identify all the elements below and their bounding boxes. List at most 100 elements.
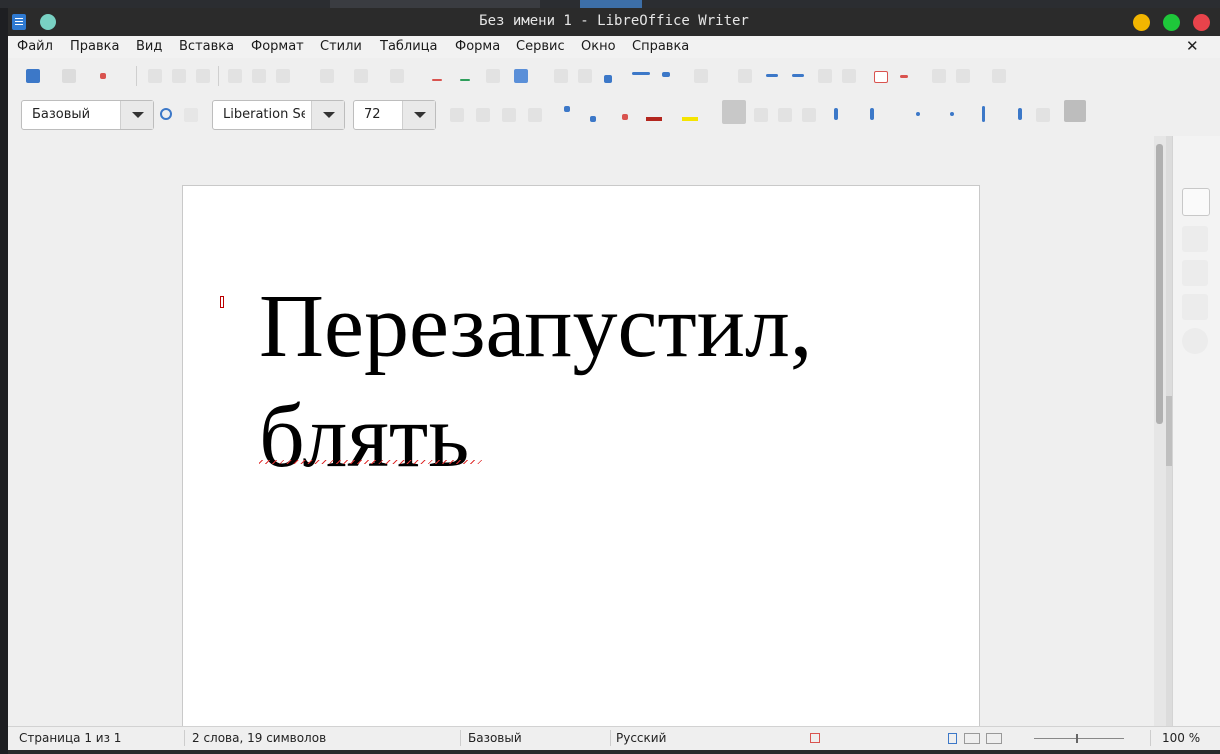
- menu-help[interactable]: Справка: [632, 39, 689, 54]
- paragraph-dialog-icon[interactable]: [1064, 100, 1086, 122]
- increase-indent-icon[interactable]: [916, 112, 920, 116]
- insert-endnote-icon[interactable]: [792, 74, 804, 77]
- clone-formatting-icon[interactable]: [320, 69, 334, 83]
- subscript-icon[interactable]: [590, 116, 596, 122]
- insert-textbox-icon[interactable]: [604, 75, 612, 83]
- copy-icon[interactable]: [252, 69, 266, 83]
- menu-insert[interactable]: Вставка: [179, 39, 234, 54]
- redo-icon[interactable]: [390, 69, 404, 83]
- new-style-icon[interactable]: [184, 108, 198, 122]
- text-language[interactable]: Русский: [616, 731, 666, 745]
- book-view-icon[interactable]: [986, 733, 1002, 744]
- underline-icon[interactable]: [502, 108, 516, 122]
- text-boundary-marker: [220, 296, 224, 308]
- find-replace-icon[interactable]: [432, 79, 442, 81]
- scrollbar-thumb[interactable]: [1156, 144, 1163, 424]
- decrease-indent-icon[interactable]: [950, 112, 954, 116]
- word-count[interactable]: 2 слова, 19 символов: [192, 731, 326, 745]
- document-text[interactable]: Перезапустил, блять: [259, 272, 959, 492]
- insert-image-icon[interactable]: [554, 69, 568, 83]
- font-size-combo[interactable]: 72: [353, 100, 436, 130]
- vertical-align-icon[interactable]: [1036, 108, 1050, 122]
- menu-table[interactable]: Таблица: [380, 39, 438, 54]
- strikethrough-icon[interactable]: [528, 108, 542, 122]
- page-style[interactable]: Базовый: [468, 731, 522, 745]
- print-icon[interactable]: [172, 69, 186, 83]
- menu-tools[interactable]: Сервис: [516, 39, 565, 54]
- track-changes-icon[interactable]: [900, 75, 908, 78]
- document-modified-icon[interactable]: [810, 733, 820, 743]
- menu-form[interactable]: Форма: [455, 39, 500, 54]
- vertical-scrollbar[interactable]: [1154, 136, 1166, 726]
- multi-page-view-icon[interactable]: [964, 733, 980, 744]
- chevron-down-icon[interactable]: [402, 101, 435, 129]
- chevron-down-icon[interactable]: [311, 101, 344, 129]
- save-icon[interactable]: [100, 73, 106, 79]
- insert-page-break-icon[interactable]: [632, 72, 650, 75]
- gallery-icon[interactable]: [1182, 294, 1208, 320]
- menu-window[interactable]: Окно: [581, 39, 616, 54]
- menu-file[interactable]: Файл: [17, 39, 53, 54]
- draw-functions-icon[interactable]: [992, 69, 1006, 83]
- properties-icon[interactable]: [1182, 188, 1210, 216]
- undo-icon[interactable]: [354, 69, 368, 83]
- open-icon[interactable]: [62, 69, 76, 83]
- export-pdf-icon[interactable]: [148, 69, 162, 83]
- align-right-icon[interactable]: [778, 108, 792, 122]
- minimize-button[interactable]: [1133, 14, 1150, 31]
- print-preview-icon[interactable]: [196, 69, 210, 83]
- menu-styles[interactable]: Стили: [320, 39, 362, 54]
- menu-format[interactable]: Формат: [251, 39, 304, 54]
- maximize-button[interactable]: [1163, 14, 1180, 31]
- insert-footnote-icon[interactable]: [766, 74, 778, 77]
- font-color-icon[interactable]: [646, 117, 662, 121]
- document-line-2[interactable]: блять: [259, 382, 959, 492]
- close-window-button[interactable]: [1193, 14, 1210, 31]
- update-style-icon[interactable]: [160, 108, 172, 120]
- insert-line-icon[interactable]: [932, 69, 946, 83]
- paragraph-style-combo[interactable]: Базовый: [21, 100, 154, 130]
- insert-special-character-icon[interactable]: [694, 69, 708, 83]
- insert-cross-reference-icon[interactable]: [842, 69, 856, 83]
- zoom-slider[interactable]: [1034, 738, 1124, 739]
- superscript-icon[interactable]: [564, 106, 570, 112]
- single-page-view-icon[interactable]: [948, 733, 957, 744]
- status-separator: [184, 730, 185, 746]
- zoom-level[interactable]: 100 %: [1162, 731, 1200, 745]
- document-line-1[interactable]: Перезапустил,: [259, 272, 959, 382]
- insert-field-icon[interactable]: [662, 72, 670, 77]
- basic-shapes-icon[interactable]: [956, 69, 970, 83]
- document-page[interactable]: Перезапустил, блять: [182, 185, 980, 726]
- page-icon[interactable]: [1182, 226, 1208, 252]
- italic-icon[interactable]: [476, 108, 490, 122]
- font-name-combo[interactable]: Liberation Se: [212, 100, 345, 130]
- clear-formatting-icon[interactable]: [622, 114, 628, 120]
- paste-icon[interactable]: [276, 69, 290, 83]
- bold-icon[interactable]: [450, 108, 464, 122]
- insert-chart-icon[interactable]: [578, 69, 592, 83]
- paragraph-spacing-icon[interactable]: [1018, 108, 1022, 120]
- insert-table-icon[interactable]: [514, 69, 528, 83]
- insert-bookmark-icon[interactable]: [818, 69, 832, 83]
- navigator-icon[interactable]: [1182, 328, 1208, 354]
- highlight-color-icon[interactable]: [682, 117, 698, 121]
- zoom-slider-thumb[interactable]: [1076, 734, 1078, 743]
- cut-icon[interactable]: [228, 69, 242, 83]
- line-spacing-icon[interactable]: [982, 106, 985, 122]
- insert-hyperlink-icon[interactable]: [738, 69, 752, 83]
- spelling-icon[interactable]: [460, 79, 470, 81]
- chevron-down-icon[interactable]: [120, 101, 153, 129]
- insert-comment-icon[interactable]: [874, 71, 888, 83]
- formatting-marks-icon[interactable]: [486, 69, 500, 83]
- justify-icon[interactable]: [802, 108, 816, 122]
- menu-view[interactable]: Вид: [136, 39, 162, 54]
- close-document-icon[interactable]: ✕: [1186, 37, 1199, 55]
- styles-icon[interactable]: [1182, 260, 1208, 286]
- align-center-icon[interactable]: [754, 108, 768, 122]
- new-document-icon[interactable]: [26, 69, 40, 83]
- numbered-list-icon[interactable]: [870, 108, 874, 120]
- menu-edit[interactable]: Правка: [70, 39, 119, 54]
- page-count[interactable]: Страница 1 из 1: [19, 731, 121, 745]
- align-left-icon[interactable]: [722, 100, 746, 124]
- bullet-list-icon[interactable]: [834, 108, 838, 120]
